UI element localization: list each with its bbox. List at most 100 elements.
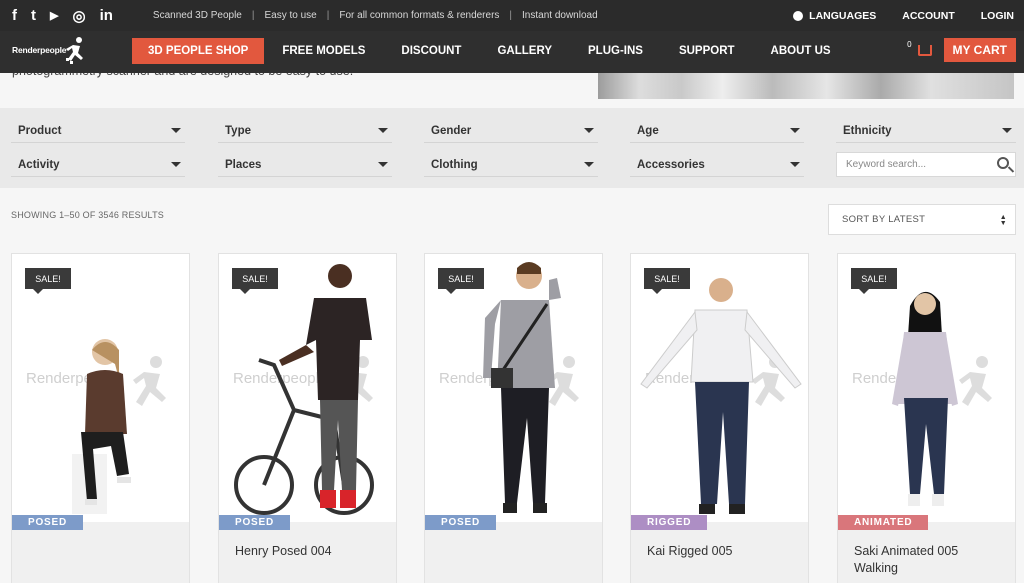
rigged-badge: RIGGED: [631, 515, 708, 530]
tagline: Instant download: [522, 10, 598, 21]
model-figure: [640, 278, 802, 514]
product-card[interactable]: Renderpeople SALE! POSED: [424, 253, 603, 583]
tagline-separator: |: [251, 10, 255, 21]
keyword-search-input[interactable]: Keyword search...: [836, 152, 1016, 177]
sort-select[interactable]: SORT BY LATEST ▲ ▼: [828, 204, 1016, 235]
filter-accessories[interactable]: Accessories: [630, 153, 804, 177]
product-image[interactable]: Renderpeople SALE!: [425, 254, 602, 522]
product-card[interactable]: Renderpeople SALE! POSED Henry Posed 004: [218, 253, 397, 583]
posed-badge: POSED: [12, 515, 84, 530]
cart-count: 0: [907, 39, 912, 49]
filter-label: Type: [225, 124, 251, 137]
tagline-separator: |: [326, 10, 330, 21]
twitter-icon[interactable]: t: [31, 7, 36, 25]
product-image[interactable]: Renderpeople SALE!: [12, 254, 189, 522]
posed-badge: POSED: [219, 515, 291, 530]
model-figure: [72, 339, 131, 514]
caret-down-icon: [584, 162, 594, 167]
nav-item-plug-ins[interactable]: PLUG-INS: [570, 38, 661, 64]
caret-down-icon: [1002, 128, 1012, 133]
filter-activity[interactable]: Activity: [11, 153, 185, 177]
caret-down-icon: [378, 162, 388, 167]
product-title[interactable]: Henry Posed 004: [235, 543, 385, 560]
tagline: Easy to use: [264, 10, 317, 21]
nav-item-discount[interactable]: DISCOUNT: [383, 38, 479, 64]
sort-arrows-icon: ▲ ▼: [999, 214, 1007, 227]
sale-badge: SALE!: [851, 268, 897, 294]
account-link[interactable]: ACCOUNT: [902, 10, 955, 22]
caret-down-icon: [171, 162, 181, 167]
filter-ethnicity[interactable]: Ethnicity: [836, 119, 1016, 143]
product-title[interactable]: Kai Rigged 005: [647, 543, 797, 560]
search-placeholder: Keyword search...: [846, 159, 927, 170]
linkedin-icon[interactable]: in: [100, 7, 113, 25]
filter-clothing[interactable]: Clothing: [424, 153, 598, 177]
model-figure: [892, 291, 958, 506]
top-right-links: LANGUAGES ACCOUNT LOGIN: [793, 0, 1014, 31]
social-links: f t ▶ ◎ in: [0, 7, 113, 25]
filter-label: Clothing: [431, 158, 478, 171]
nav-item-free-models[interactable]: FREE MODELS: [264, 38, 383, 64]
tagline-separator: |: [509, 10, 513, 21]
runner-logo-icon: [66, 37, 83, 64]
product-image[interactable]: Renderpeople SALE!: [838, 254, 1015, 522]
nav-item-about-us[interactable]: ABOUT US: [753, 38, 849, 64]
sale-badge: SALE!: [25, 268, 71, 294]
youtube-icon[interactable]: ▶: [50, 7, 58, 25]
main-nav: Renderpeople 3D PEOPLE SHOP FREE MODELS …: [0, 31, 1024, 73]
animated-badge: ANIMATED: [838, 515, 929, 530]
caret-down-icon: [584, 128, 594, 133]
filter-label: Places: [225, 158, 262, 171]
tagline: For all common formats & renderers: [339, 10, 500, 21]
sale-badge: SALE!: [232, 268, 278, 294]
caret-down-icon: [171, 128, 181, 133]
sort-value: SORT BY LATEST: [842, 214, 926, 225]
product-image[interactable]: Renderpeople SALE!: [631, 254, 808, 522]
filter-label: Activity: [18, 158, 60, 171]
facebook-icon[interactable]: f: [12, 7, 17, 25]
product-title[interactable]: Saki Animated 005 Walking: [854, 543, 1004, 577]
my-cart-button[interactable]: MY CART: [943, 38, 1016, 62]
tagline: Scanned 3D People: [152, 10, 242, 21]
filter-label: Gender: [431, 124, 472, 137]
languages-link[interactable]: LANGUAGES: [793, 10, 876, 22]
instagram-icon[interactable]: ◎: [72, 7, 85, 25]
hero-image: [598, 73, 1014, 99]
caret-down-icon: [378, 128, 388, 133]
logo-text: Renderpeople: [12, 45, 67, 55]
product-card[interactable]: Renderpeople SALE! POSED: [11, 253, 190, 583]
results-count: SHOWING 1–50 OF 3546 RESULTS: [11, 210, 164, 220]
logo[interactable]: Renderpeople: [12, 37, 86, 68]
globe-icon: [793, 10, 804, 21]
filter-label: Age: [637, 124, 659, 137]
cart-area: 0 MY CART: [907, 38, 1016, 62]
login-link[interactable]: LOGIN: [981, 10, 1014, 22]
model-figure: [483, 262, 561, 513]
filter-label: Product: [18, 124, 62, 137]
product-image[interactable]: Renderpeople SALE!: [219, 254, 396, 522]
sale-badge: SALE!: [438, 268, 484, 294]
filter-product[interactable]: Product: [11, 119, 185, 143]
filter-label: Accessories: [637, 158, 705, 171]
product-card[interactable]: Renderpeople SALE! ANIMATED Saki Animate…: [837, 253, 1016, 583]
filter-gender[interactable]: Gender: [424, 119, 598, 143]
cart-icon[interactable]: [917, 44, 932, 56]
filter-places[interactable]: Places: [218, 153, 392, 177]
top-bar: f t ▶ ◎ in Scanned 3D People | Easy to u…: [0, 0, 1024, 31]
nav-item-support[interactable]: SUPPORT: [661, 38, 753, 64]
caret-down-icon: [790, 162, 800, 167]
sale-badge: SALE!: [644, 268, 690, 294]
taglines: Scanned 3D People | Easy to use | For al…: [153, 10, 598, 21]
filter-type[interactable]: Type: [218, 119, 392, 143]
model-figure: [234, 264, 374, 515]
nav-item-3d-people-shop[interactable]: 3D PEOPLE SHOP: [132, 38, 265, 64]
filter-age[interactable]: Age: [630, 119, 804, 143]
nav-item-gallery[interactable]: GALLERY: [479, 38, 570, 64]
caret-down-icon: [790, 128, 800, 133]
search-icon[interactable]: [997, 157, 1009, 169]
posed-badge: POSED: [425, 515, 497, 530]
nav-menu: 3D PEOPLE SHOP FREE MODELS DISCOUNT GALL…: [132, 38, 849, 64]
filter-label: Ethnicity: [843, 124, 892, 137]
languages-label: LANGUAGES: [809, 9, 877, 22]
product-card[interactable]: Renderpeople SALE! RIGGED Kai Rigged 005: [630, 253, 809, 583]
